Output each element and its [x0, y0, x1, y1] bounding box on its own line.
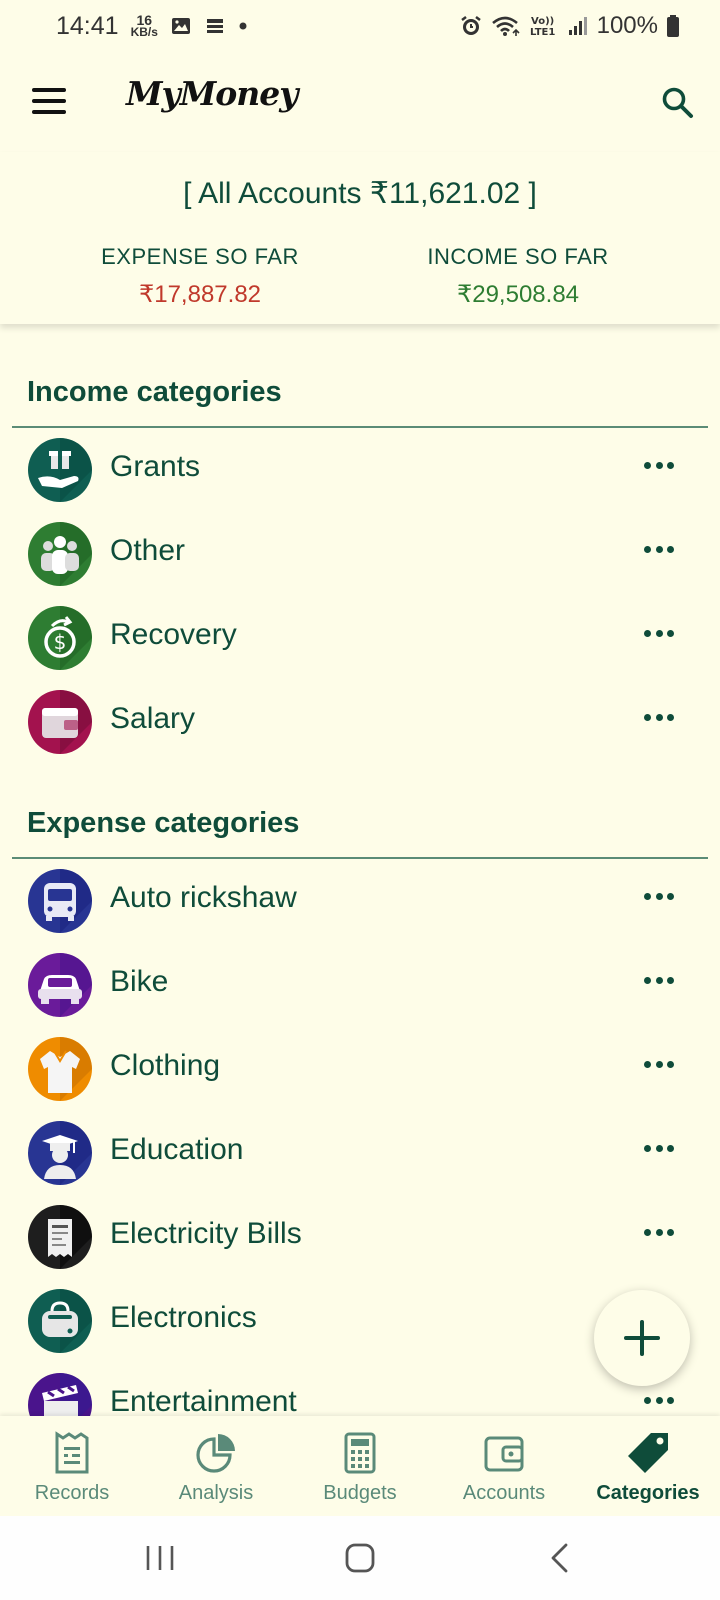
dot-icon [239, 22, 247, 30]
income-label: INCOME SO FAR [427, 244, 609, 269]
recent-apps-icon[interactable] [140, 1538, 180, 1578]
tag-icon [628, 1433, 668, 1473]
network-speed-unit: KB/s [130, 25, 158, 39]
income-section-title: Income categories [27, 376, 282, 408]
more-options-button[interactable] [644, 710, 674, 724]
shirt-icon [28, 1037, 92, 1101]
svg-text:$: $ [54, 630, 67, 654]
category-row-grants[interactable]: Grants [0, 428, 720, 512]
category-row-education[interactable]: Education [0, 1111, 720, 1195]
more-options-button[interactable] [644, 973, 674, 987]
graduate-icon [28, 1121, 92, 1185]
more-options-button[interactable] [644, 1393, 674, 1407]
menu-icon-line [32, 99, 66, 103]
menu-button[interactable] [32, 88, 66, 114]
network-speed: 16 KB/s [130, 13, 158, 39]
income-summary: INCOME SO FAR ₹29,508.84 [388, 244, 648, 309]
category-name: Salary [110, 702, 196, 735]
bottom-navigation: Records Analysis Budgets Accounts Catego… [0, 1416, 720, 1516]
expense-summary: EXPENSE SO FAR ₹17,887.82 [70, 244, 330, 309]
more-options-button[interactable] [644, 889, 674, 903]
wallet-icon [484, 1436, 524, 1472]
volte-icon: Vo))LTE1 [530, 16, 555, 38]
category-name: Entertainment [110, 1385, 297, 1418]
car-icon [28, 953, 92, 1017]
people-icon [28, 522, 92, 586]
category-row-other[interactable]: Other [0, 512, 720, 596]
nav-categories[interactable]: Categories [576, 1416, 720, 1516]
toaster-icon [28, 1289, 92, 1353]
pie-chart-icon [196, 1434, 235, 1473]
nav-label: Budgets [323, 1482, 397, 1504]
menu-icon-line [32, 88, 66, 92]
expense-section-title: Expense categories [27, 807, 300, 839]
gift-hand-icon [28, 438, 92, 502]
category-row-clothing[interactable]: Clothing [0, 1027, 720, 1111]
category-row-electricity-bills[interactable]: Electricity Bills [0, 1195, 720, 1279]
category-name: Electricity Bills [110, 1217, 302, 1250]
svg-text:Vo)): Vo)) [531, 16, 554, 27]
gallery-icon [171, 18, 190, 34]
category-row-auto-rickshaw[interactable]: Auto rickshaw [0, 859, 720, 943]
more-options-button[interactable] [644, 1225, 674, 1239]
category-name: Bike [110, 965, 169, 998]
alarm-icon [460, 16, 481, 35]
search-icon[interactable] [660, 85, 694, 119]
nav-budgets[interactable]: Budgets [288, 1416, 432, 1516]
category-name: Grants [110, 450, 201, 483]
category-row-bike[interactable]: Bike [0, 943, 720, 1027]
category-name: Clothing [110, 1049, 221, 1082]
more-options-button[interactable] [644, 1141, 674, 1155]
category-name: Other [110, 534, 186, 567]
records-icon [55, 1431, 89, 1474]
home-icon[interactable] [340, 1538, 380, 1578]
menu-icon-line [32, 110, 66, 114]
wallet-icon [28, 690, 92, 754]
more-options-button[interactable] [644, 626, 674, 640]
category-name: Recovery [110, 618, 237, 651]
battery-icon [667, 15, 679, 37]
add-category-button[interactable] [594, 1290, 690, 1386]
nav-records[interactable]: Records [0, 1416, 144, 1516]
nav-label: Records [34, 1482, 110, 1504]
bill-icon [28, 1205, 92, 1269]
nav-label: Accounts [462, 1482, 546, 1504]
wifi-icon [491, 16, 520, 36]
app-bar: MyMoney [0, 52, 720, 152]
bus-icon [28, 869, 92, 933]
plus-icon [624, 1320, 660, 1356]
app-notification-icon [206, 19, 223, 33]
category-name: Auto rickshaw [110, 881, 297, 914]
system-navigation [0, 1516, 720, 1600]
category-row-salary[interactable]: Salary [0, 680, 720, 764]
expense-value: ₹17,887.82 [138, 281, 262, 308]
all-accounts-total[interactable]: [ All Accounts ₹11,621.02 ] [0, 176, 720, 211]
category-name: Electronics [110, 1301, 257, 1334]
app-logo: MyMoney [126, 74, 298, 113]
more-options-button[interactable] [644, 1057, 674, 1071]
signal-icon [568, 17, 587, 35]
nav-accounts[interactable]: Accounts [432, 1416, 576, 1516]
status-time: 14:41 [56, 11, 119, 40]
more-options-button[interactable] [644, 458, 674, 472]
category-row-recovery[interactable]: $ Recovery [0, 596, 720, 680]
money-recovery-icon: $ [28, 606, 92, 670]
svg-text:LTE1: LTE1 [530, 27, 555, 38]
nav-analysis[interactable]: Analysis [144, 1416, 288, 1516]
battery-level: 100% [596, 12, 658, 39]
nav-label: Analysis [178, 1482, 254, 1504]
category-name: Education [110, 1133, 244, 1166]
more-options-button[interactable] [644, 542, 674, 556]
back-icon[interactable] [540, 1538, 580, 1578]
expense-label: EXPENSE SO FAR [101, 244, 299, 269]
account-summary: [ All Accounts ₹11,621.02 ] EXPENSE SO F… [0, 152, 720, 324]
status-bar: 14:41 16 KB/s Vo)) LTE1 100% [0, 0, 720, 52]
income-value: ₹29,508.84 [456, 281, 580, 308]
nav-label: Categories [596, 1482, 700, 1504]
calculator-icon [344, 1432, 376, 1474]
